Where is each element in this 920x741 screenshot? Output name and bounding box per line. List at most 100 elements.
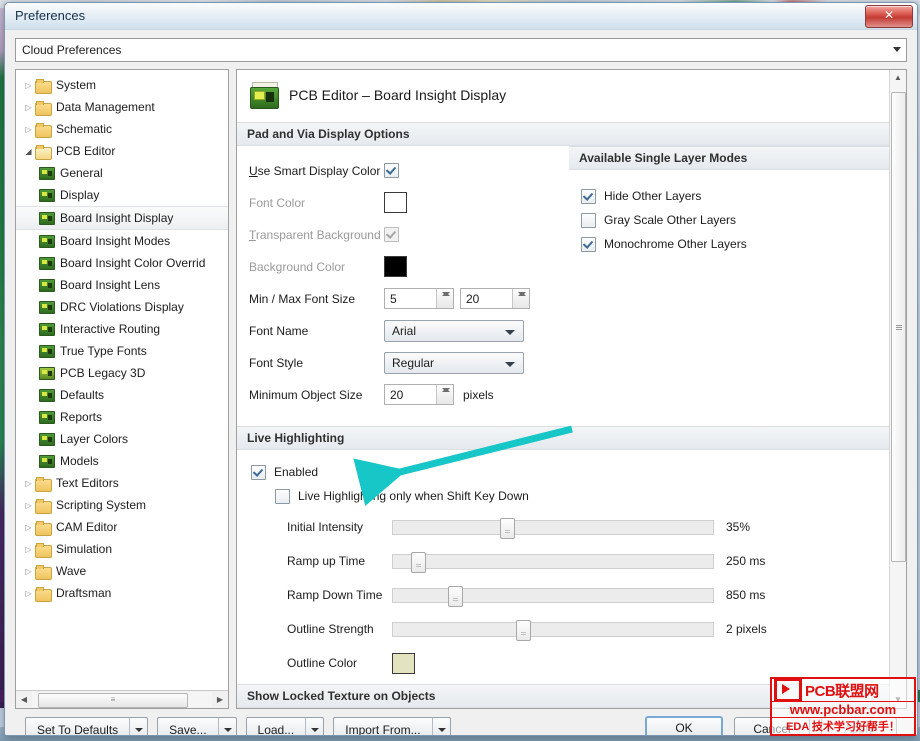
close-icon[interactable]: ✕	[865, 5, 913, 28]
panel-vertical-scrollbar[interactable]: ▲ ▼	[889, 70, 906, 708]
slider-thumb[interactable]	[448, 585, 464, 607]
scroll-left-icon[interactable]: ◀	[16, 695, 32, 704]
chevron-down-icon[interactable]	[305, 718, 323, 735]
field-minimum-object-size: Minimum Object Size 20 pixels	[249, 382, 569, 407]
pcb-page-icon	[38, 211, 55, 225]
hscroll-track[interactable]: ≡	[32, 692, 212, 708]
button-import-from[interactable]: Import From...	[333, 717, 451, 735]
tree-item-pcb-legacy-3d[interactable]: PCB Legacy 3D	[16, 362, 228, 384]
tree-item-pcb-editor[interactable]: ◢ PCB Editor	[16, 140, 228, 162]
swatch-font-color[interactable]	[384, 192, 407, 213]
chevron-right-icon[interactable]: ▷	[22, 589, 35, 598]
button-set-to-defaults[interactable]: Set To Defaults	[25, 717, 149, 735]
tree-item-board-insight-lens[interactable]: Board Insight Lens	[16, 274, 228, 296]
tree-item-reports[interactable]: Reports	[16, 406, 228, 428]
tree-item-layer-colors[interactable]: Layer Colors	[16, 428, 228, 450]
tree-item-wave[interactable]: ▷ Wave	[16, 560, 228, 582]
tree-item-general[interactable]: General	[16, 162, 228, 184]
scroll-right-icon[interactable]: ▶	[212, 695, 228, 704]
tree-item-label: Board Insight Modes	[60, 234, 171, 248]
tree-item-display[interactable]: Display	[16, 184, 228, 206]
tree-item-true-type-fonts[interactable]: True Type Fonts	[16, 340, 228, 362]
tree-item-board-insight-modes[interactable]: Board Insight Modes	[16, 230, 228, 252]
slider-thumb[interactable]	[515, 619, 531, 641]
tree-item-simulation[interactable]: ▷ Simulation	[16, 538, 228, 560]
slider-ramp-up-time[interactable]	[392, 551, 714, 573]
tree-item-drc-violations-display[interactable]: DRC Violations Display	[16, 296, 228, 318]
label-font-name: Font Name	[249, 323, 309, 338]
spinner-min-font-size[interactable]: 5	[384, 288, 454, 309]
button-load[interactable]: Load...	[245, 717, 325, 735]
label-outline-color: Outline Color	[287, 656, 358, 670]
slider-initial-intensity[interactable]	[392, 517, 714, 539]
pcb-page-icon	[38, 300, 55, 314]
tree-item-models[interactable]: Models	[16, 450, 228, 472]
tree-item-schematic[interactable]: ▷ Schematic	[16, 118, 228, 140]
tree-item-board-insight-color-overrid[interactable]: Board Insight Color Overrid	[16, 252, 228, 274]
tree-item-label: Board Insight Color Overrid	[60, 256, 206, 270]
pcb-page-icon	[38, 234, 55, 248]
chevron-right-icon[interactable]: ▷	[22, 523, 35, 532]
chevron-down-icon[interactable]	[217, 718, 236, 735]
tree-item-label: Wave	[56, 564, 87, 578]
chevron-right-icon[interactable]: ▷	[22, 501, 35, 510]
cancel-button[interactable]: Cancel	[734, 716, 810, 735]
ok-button[interactable]: OK	[645, 715, 723, 735]
hscroll-thumb[interactable]: ≡	[38, 693, 188, 708]
preferences-scope-combo[interactable]: Cloud Preferences	[15, 38, 907, 62]
scroll-up-icon[interactable]: ▲	[890, 70, 906, 86]
slider-ramp-down-time[interactable]	[392, 585, 714, 607]
label-background-color: Background Color	[249, 259, 346, 274]
folder-icon	[35, 122, 52, 138]
chevron-right-icon[interactable]: ▷	[22, 81, 35, 90]
tree-item-cam-editor[interactable]: ▷ CAM Editor	[16, 516, 228, 538]
tree-item-label: Board Insight Display	[60, 211, 174, 225]
slider-thumb[interactable]	[411, 551, 427, 573]
folder-icon	[35, 586, 52, 602]
checkbox-live-highlighting-enabled[interactable]	[251, 464, 266, 480]
swatch-background-color[interactable]	[384, 256, 407, 277]
chevron-right-icon[interactable]: ▷	[22, 567, 35, 576]
chevron-right-icon[interactable]: ▷	[22, 103, 35, 112]
tree-item-text-editors[interactable]: ▷ Text Editors	[16, 472, 228, 494]
label-ramp-down-time: Ramp Down Time	[287, 588, 383, 602]
checkbox-monochrome-other-layers[interactable]	[581, 236, 596, 252]
checkbox-use-smart-display-color[interactable]	[384, 163, 399, 178]
swatch-outline-color[interactable]	[392, 652, 415, 674]
tree-item-interactive-routing[interactable]: Interactive Routing	[16, 318, 228, 340]
slider-outline-strength[interactable]	[392, 619, 714, 641]
vscroll-thumb[interactable]	[891, 92, 906, 562]
spinner-minimum-object-size[interactable]: 20	[384, 384, 454, 405]
tree-item-board-insight-display[interactable]: Board Insight Display	[16, 206, 228, 230]
button-save[interactable]: Save...	[157, 717, 237, 735]
chevron-right-icon[interactable]: ▷	[22, 545, 35, 554]
spinner-arrows-minobj[interactable]	[436, 385, 453, 404]
spinner-max-font-size[interactable]: 20	[460, 288, 530, 309]
tree-item-defaults[interactable]: Defaults	[16, 384, 228, 406]
chevron-right-icon[interactable]: ▷	[22, 125, 35, 134]
tree-item-system[interactable]: ▷ System	[16, 74, 228, 96]
tree-item-scripting-system[interactable]: ▷ Scripting System	[16, 494, 228, 516]
tree-horizontal-scrollbar[interactable]: ◀ ≡ ▶	[16, 690, 228, 708]
spinner-arrows-min[interactable]	[436, 289, 453, 308]
spinner-arrows-max[interactable]	[512, 289, 529, 308]
chevron-right-icon[interactable]: ▷	[22, 479, 35, 488]
pcb-page-icon	[38, 188, 55, 202]
checkbox-shift-key-only[interactable]	[275, 488, 290, 504]
tree-item-data-management[interactable]: ▷ Data Management	[16, 96, 228, 118]
tree-item-label: Scripting System	[56, 498, 147, 512]
combo-font-name[interactable]: Arial	[384, 319, 524, 342]
chevron-down-icon[interactable]: ◢	[22, 147, 35, 156]
scroll-down-icon[interactable]: ▼	[890, 692, 906, 708]
chevron-down-icon[interactable]	[431, 718, 450, 735]
panel-header: PCB Editor – Board Insight Display	[237, 80, 889, 109]
checkbox-gray-scale-other-layers[interactable]	[581, 212, 596, 228]
apply-button[interactable]: Apply	[821, 716, 897, 735]
combo-font-style[interactable]: Regular	[384, 351, 524, 374]
label-use-smart-display-color: Use Smart Display Color	[249, 163, 381, 178]
checkbox-hide-other-layers[interactable]	[581, 188, 596, 204]
slider-thumb[interactable]	[500, 517, 516, 539]
field-font-name: Font Name Arial	[249, 318, 569, 343]
tree-item-draftsman[interactable]: ▷ Draftsman	[16, 582, 228, 604]
chevron-down-icon[interactable]	[129, 718, 147, 735]
